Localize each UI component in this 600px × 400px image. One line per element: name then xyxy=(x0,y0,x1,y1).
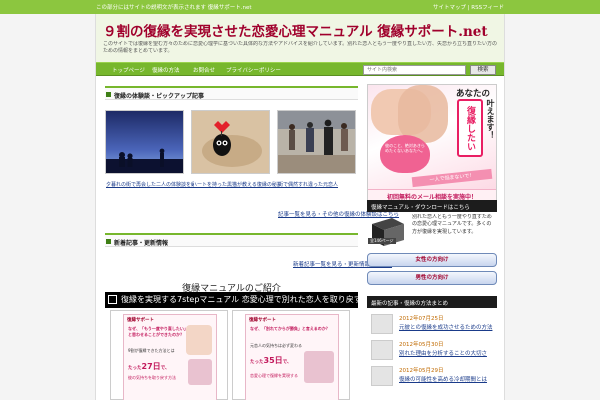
thumbnail-caption[interactable]: 街で偶然すれ違った元恋人 xyxy=(278,181,354,188)
manual-description: 別れた恋人ともう一度やり直すための恋愛心理マニュアルです。多くの方が復縁を実現し… xyxy=(412,214,492,235)
search-button[interactable]: 検索 xyxy=(470,65,496,75)
promo-lead: 9割が復縁できた方法とは xyxy=(128,348,175,353)
promo-lead: 元恋人の気持ちは必ず変わる xyxy=(250,343,302,348)
promo-lp-image: 復縁サポート なぜ、「別れてからが勝負」と言えるのか？ 元恋人の気持ちは必ず変わ… xyxy=(245,314,339,400)
list-item[interactable]: 2012年05月29日 復縁の可能性を高める冷却期間とは xyxy=(367,365,497,387)
promo-photo xyxy=(304,351,334,383)
book-label: 全146ページ xyxy=(368,238,396,244)
thumbnail-black-cat-heart[interactable] xyxy=(191,110,270,174)
site-title[interactable]: ９割の復縁を実現させた恋愛心理マニュアル 復縁サポート.net xyxy=(103,20,488,40)
section-title: 復縁の体験談・ピックアップ記事 xyxy=(114,93,205,100)
promo-logo: 復縁サポート xyxy=(127,318,154,323)
promo-photo xyxy=(186,325,212,355)
promo-card[interactable]: 復縁サポート なぜ、「別れてからが勝負」と言えるのか？ 元恋人の気持ちは必ず変わ… xyxy=(232,310,350,400)
book-icon: 全146ページ xyxy=(368,216,408,248)
thumbnail-caption[interactable]: ハートを持った黒猫が教える復縁の秘訣 xyxy=(192,181,280,188)
thumbnail-dusk-silhouettes[interactable] xyxy=(105,110,184,174)
site-header: ９割の復縁を実現させた恋愛心理マニュアル 復縁サポート.net このサイトでは復… xyxy=(96,14,504,62)
post-thumbnail xyxy=(371,366,393,386)
square-bullet-icon xyxy=(106,92,111,97)
female-button[interactable]: 女性の方向け xyxy=(367,253,497,267)
post-date: 2012年05月30日 xyxy=(399,342,444,348)
promo-title-bar: 復縁を実現する7stepマニュアル 恋愛心理で別れた恋人を取り戻す xyxy=(105,292,358,308)
promo-footer: 彼の気持ちを取り戻す方法 xyxy=(128,375,176,380)
top-bar-description: この部分にはサイトの説明文が表示されます 復縁サポート.net xyxy=(96,5,252,11)
banner-line2: 叶えます！ xyxy=(486,99,495,139)
thumbnail-caption[interactable]: 夕暮れの街で再会した二人の体験談を紹介 xyxy=(106,181,194,188)
consultation-banner[interactable]: あなたの 復縁したい 叶えます！ 彼のこと、絶対あきらめたくないあなたへ。 一人… xyxy=(367,84,497,206)
section-header-new: 新着記事・更新情報 xyxy=(105,233,358,247)
banner-highlight: 復縁したい xyxy=(457,99,483,157)
nav-item-method[interactable]: 復縁の方法 xyxy=(150,66,182,74)
post-title[interactable]: 元彼との復縁を成功させるための方法 xyxy=(399,323,492,331)
heart-icon: 彼のこと、絶対あきらめたくないあなたへ。 xyxy=(380,135,430,173)
promo-logo: 復縁サポート xyxy=(249,318,276,323)
post-thumbnail xyxy=(371,340,393,360)
search-input[interactable] xyxy=(363,65,466,75)
banner-line1: あなたの xyxy=(456,89,491,99)
promo-question: なぜ、「別れてからが勝負」と言えるのか？ xyxy=(250,326,330,331)
post-title[interactable]: 復縁の可能性を高める冷却期間とは xyxy=(399,375,487,383)
nav-item-privacy[interactable]: プライバシーポリシー xyxy=(224,66,283,74)
promo-days: 27日 xyxy=(141,362,161,371)
manual-section-header: 復縁マニュアル・ダウンロードはこちら xyxy=(367,200,497,212)
nav-item-contact[interactable]: お問合せ xyxy=(191,66,217,74)
promo-photo xyxy=(188,359,212,385)
promo-footer: 恋愛心理で復縁を実現する xyxy=(250,373,298,378)
list-item[interactable]: 2012年05月30日 別れた理由を分析することの大切さ xyxy=(367,339,497,361)
section-title: 新着記事・更新情報 xyxy=(114,240,169,247)
promo-card[interactable]: 復縁サポート なぜ、「もう一度やり直したい」と思わせることができたのか？ 9割が… xyxy=(110,310,228,400)
male-button[interactable]: 男性の方向け xyxy=(367,271,497,285)
nav-item-home[interactable]: トップページ xyxy=(110,66,147,74)
promo-days-suffix: で、 xyxy=(160,366,170,371)
square-bullet-icon xyxy=(106,239,111,244)
promo-days-suffix: で、 xyxy=(282,360,292,365)
promo-title: 復縁を実現する7stepマニュアル 恋愛心理で別れた恋人を取り戻す xyxy=(121,295,358,304)
banner-ribbon: 一人で悩まないで！ xyxy=(411,168,493,188)
promo-days: 35日 xyxy=(263,356,283,365)
post-title[interactable]: 別れた理由を分析することの大切さ xyxy=(399,349,487,357)
top-bar-links[interactable]: サイトマップ | RSSフィード xyxy=(433,3,504,11)
promo-days-prefix: たった xyxy=(250,360,264,365)
book-icon xyxy=(108,295,117,304)
top-bar: この部分にはサイトの説明文が表示されます 復縁サポート.net サイトマップ |… xyxy=(0,0,600,14)
post-date: 2012年07月25日 xyxy=(399,316,444,322)
post-date: 2012年05月29日 xyxy=(399,368,444,374)
site-description: このサイトでは復縁を望む方々のために恋愛心理学に基づいた具体的な方法やアドバイス… xyxy=(103,41,498,55)
section-header-picks: 復縁の体験談・ピックアップ記事 xyxy=(105,86,358,100)
posts-section-header: 最新の記事・復縁の方法まとめ xyxy=(367,296,497,308)
promo-lp-image: 復縁サポート なぜ、「もう一度やり直したい」と思わせることができたのか？ 9割が… xyxy=(123,314,217,400)
post-thumbnail xyxy=(371,314,393,334)
thumbnail-street-crowd[interactable] xyxy=(277,110,356,174)
list-item[interactable]: 2012年07月25日 元彼との復縁を成功させるための方法 xyxy=(367,313,497,335)
promo-days-prefix: たった xyxy=(128,366,142,371)
promo-question: なぜ、「もう一度やり直したい」と思わせることができたのか？ xyxy=(128,326,186,337)
